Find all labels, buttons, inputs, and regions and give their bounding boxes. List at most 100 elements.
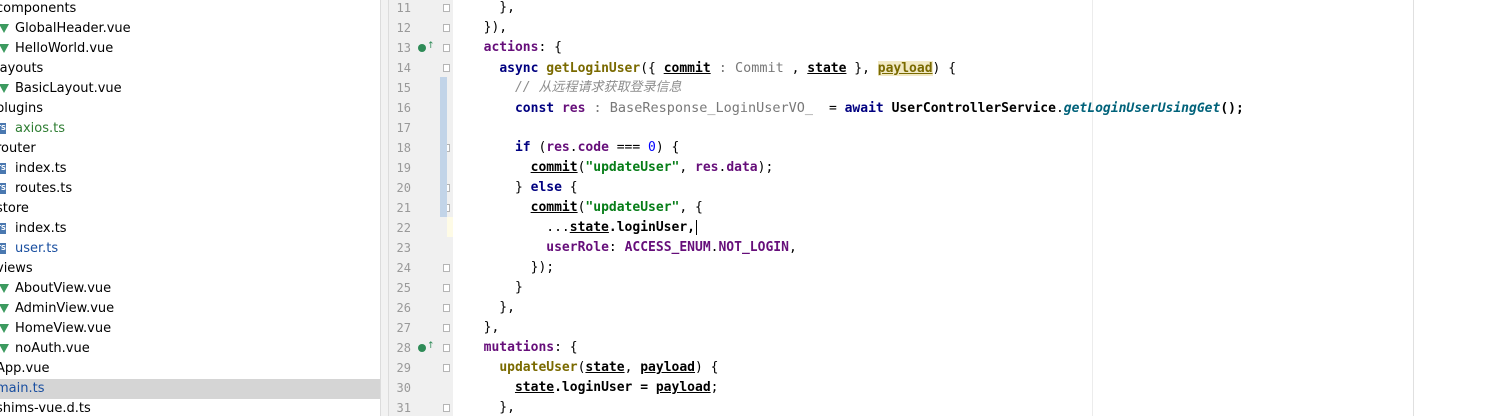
- code-token: payload: [655, 380, 711, 395]
- line-number: 21: [396, 201, 411, 215]
- tree-item[interactable]: HelloWorld.vue: [0, 39, 380, 59]
- fold-marker-icon[interactable]: [443, 44, 450, 52]
- fold-marker-icon[interactable]: [443, 64, 450, 72]
- code-line[interactable]: actions: {: [468, 38, 562, 58]
- tree-item-label: components: [0, 1, 77, 16]
- tree-item[interactable]: store: [0, 199, 380, 219]
- tree-item-label: views: [0, 261, 33, 276]
- code-line[interactable]: commit("updateUser", {: [468, 198, 703, 218]
- code-line[interactable]: }),: [468, 18, 508, 38]
- code-token: );: [757, 160, 774, 175]
- vue-file-icon: [0, 84, 9, 93]
- code-line[interactable]: mutations: {: [468, 338, 578, 358]
- line-number: 31: [396, 401, 411, 415]
- code-token: ,: [788, 240, 797, 255]
- tree-item-label: index.ts: [15, 161, 67, 176]
- code-token: "updateUser": [585, 200, 680, 215]
- tree-item[interactable]: components: [0, 0, 380, 19]
- code-line[interactable]: }: [468, 278, 523, 298]
- tree-item-label: noAuth.vue: [15, 341, 90, 356]
- code-token: "updateUser": [585, 160, 680, 175]
- code-line[interactable]: async getLoginUser({ commit : Commit , s…: [468, 58, 956, 78]
- line-number: 28: [396, 341, 411, 355]
- code-line[interactable]: },: [468, 318, 500, 338]
- code-token: ;: [710, 380, 719, 395]
- code-token: payload: [640, 360, 696, 375]
- code-line[interactable]: const res : BaseResponse_LoginUserVO_ = …: [468, 98, 1244, 118]
- tree-item-label: AdminView.vue: [15, 301, 115, 316]
- code-line[interactable]: userRole: ACCESS_ENUM.NOT_LOGIN,: [468, 238, 797, 258]
- tree-item[interactable]: router: [0, 139, 380, 159]
- code-token: state: [585, 360, 625, 375]
- tree-item[interactable]: TS routes.ts: [0, 179, 380, 199]
- code-line[interactable]: });: [468, 258, 554, 278]
- fold-marker-icon[interactable]: [443, 24, 450, 32]
- tree-item[interactable]: main.ts: [0, 379, 380, 399]
- code-token: =: [821, 101, 845, 116]
- tree-item-label: index.ts: [15, 221, 67, 236]
- code-line[interactable]: },: [468, 0, 515, 18]
- tree-item[interactable]: App.vue: [0, 359, 380, 379]
- code-line[interactable]: if (res.code === 0) {: [468, 138, 679, 158]
- code-line[interactable]: } else {: [468, 178, 578, 198]
- tree-item[interactable]: TS index.ts: [0, 219, 380, 239]
- code-token: .: [1055, 101, 1064, 116]
- tree-item[interactable]: AboutView.vue: [0, 279, 380, 299]
- code-line[interactable]: },: [468, 298, 515, 318]
- tree-item[interactable]: views: [0, 259, 380, 279]
- tree-item[interactable]: TS user.ts: [0, 239, 380, 259]
- code-line[interactable]: state.loginUser = payload;: [468, 378, 719, 398]
- code-line[interactable]: updateUser(state, payload) {: [468, 358, 719, 378]
- typescript-file-icon: TS: [0, 183, 6, 194]
- override-marker-icon[interactable]: [418, 44, 426, 52]
- line-number: 18: [396, 141, 411, 155]
- line-number: 19: [396, 161, 411, 175]
- code-token: :: [608, 240, 625, 255]
- line-number: 20: [396, 181, 411, 195]
- tree-item-label: App.vue: [0, 361, 50, 376]
- fold-marker-icon[interactable]: [443, 264, 450, 272]
- tree-item[interactable]: shims-vue.d.ts: [0, 399, 380, 416]
- code-token: UserControllerService: [891, 101, 1056, 116]
- tree-item[interactable]: HomeView.vue: [0, 319, 380, 339]
- fold-marker-icon[interactable]: [443, 364, 450, 372]
- code-line[interactable]: ...state.loginUser,: [468, 218, 697, 238]
- code-line[interactable]: // 从远程请求获取登录信息: [468, 78, 681, 98]
- code-line[interactable]: commit("updateUser", res.data);: [468, 158, 774, 178]
- editor-right-strip: [1413, 0, 1414, 416]
- fold-marker-icon[interactable]: [443, 4, 450, 12]
- code-token: ACCESS_ENUM: [624, 240, 711, 255]
- tree-item[interactable]: plugins: [0, 99, 380, 119]
- code-token: commit: [530, 160, 578, 175]
- panel-splitter[interactable]: [380, 0, 389, 416]
- code-token: },: [846, 61, 878, 76]
- tree-item[interactable]: TS index.ts: [0, 159, 380, 179]
- code-token: commit: [663, 61, 711, 76]
- tree-item-label: layouts: [0, 61, 44, 76]
- line-number: 14: [396, 61, 411, 75]
- code-token: // 从远程请求获取登录信息: [514, 80, 682, 95]
- typescript-file-icon: TS: [0, 123, 6, 134]
- fold-marker-icon[interactable]: [443, 284, 450, 292]
- override-arrow-icon: ↑: [427, 41, 435, 51]
- fold-marker-icon[interactable]: [443, 324, 450, 332]
- tree-item[interactable]: noAuth.vue: [0, 339, 380, 359]
- override-marker-icon[interactable]: [418, 344, 426, 352]
- tree-item[interactable]: BasicLayout.vue: [0, 79, 380, 99]
- code-token: actions: [483, 40, 539, 55]
- code-token: .loginUser,: [608, 220, 695, 235]
- code-token: ) {: [695, 360, 719, 375]
- fold-marker-icon[interactable]: [443, 404, 450, 412]
- tree-item[interactable]: AdminView.vue: [0, 299, 380, 319]
- code-line[interactable]: },: [468, 398, 515, 418]
- tree-item[interactable]: GlobalHeader.vue: [0, 19, 380, 39]
- fold-marker-icon[interactable]: [443, 344, 450, 352]
- fold-marker-icon[interactable]: [443, 304, 450, 312]
- code-token: getLoginUserUsingGet: [1063, 101, 1221, 116]
- code-token: , {: [679, 200, 703, 215]
- code-token: else: [530, 180, 570, 195]
- tree-item[interactable]: layouts: [0, 59, 380, 79]
- tree-item[interactable]: TS axios.ts: [0, 119, 380, 139]
